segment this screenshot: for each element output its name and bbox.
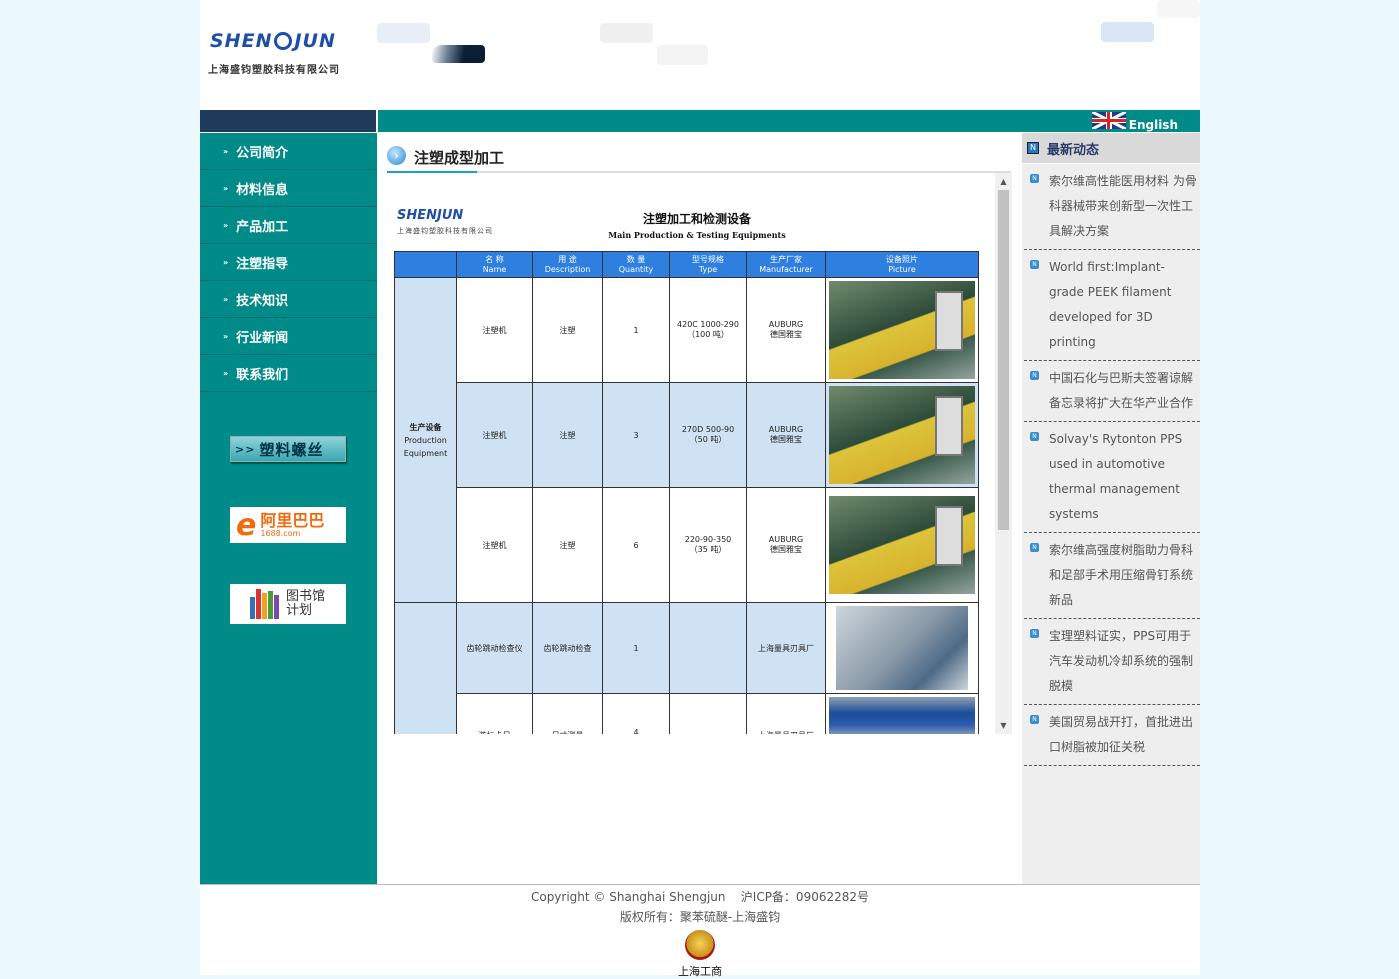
alibaba-logo-icon: e [236, 507, 257, 543]
scroll-down-icon[interactable]: ▼ [995, 717, 1012, 734]
logo-mark-icon [274, 32, 293, 50]
bullet-n-icon: N [1030, 174, 1039, 183]
table-row: 生产设备 Production Equipment 注塑机 注塑 1 420C 10… [394, 277, 979, 603]
caliper-photo [829, 697, 975, 734]
section-header: › 注塑成型加工 [387, 141, 1011, 173]
rights-text: 版权所有：聚苯硫醚-上海盛钧 [619, 910, 781, 924]
double-arrow-icon: >> [235, 442, 256, 456]
sidebar: » 公司简介 » 材料信息 » 产品加工 » 注塑指导 » 技术知识 » 行业新闻 » 联系我… [200, 133, 377, 884]
nav-item-molding-guide[interactable]: » 注塑指导 [200, 244, 377, 281]
news-item[interactable]: N 索尔维高强度树脂助力骨科和足部手术用压缩骨钉系统新品 [1024, 533, 1200, 619]
header: SHEN JUN 上海盛钧塑胶科技有限公司 [200, 0, 1200, 110]
category-cell: 生产设备 Production Equipment [394, 277, 457, 603]
news-item[interactable]: N 美国贸易战开打，首批进出口树脂被加征关税 [1024, 705, 1200, 766]
nav-item-news[interactable]: » 行业新闻 [200, 318, 377, 355]
logo[interactable]: SHEN JUN 上海盛钧塑胶科技有限公司 [208, 30, 370, 76]
news-item[interactable]: N Solvay's Rytonton PPS used in automotiv… [1024, 422, 1200, 533]
gear-tester-photo [836, 606, 968, 690]
copyright-text: Copyright © Shanghai Shengjun [530, 890, 726, 904]
document-title: 注塑加工和检测设备 Main Production & Testing Equi… [608, 212, 786, 240]
news-item[interactable]: N 宝理塑料证实，PPS可用于汽车发动机冷却系统的强制脱模 [1024, 619, 1200, 705]
header-banner-fragment [377, 23, 430, 43]
column-header: 生产厂家 Manufacturer [746, 251, 826, 278]
language-label: English [1128, 118, 1178, 132]
scroll-thumb[interactable] [998, 190, 1009, 530]
top-bar-left [200, 110, 376, 132]
scroll-up-icon[interactable]: ▲ [995, 173, 1012, 190]
header-banner-fragment [1101, 22, 1154, 42]
injection-machine-photo [829, 496, 975, 594]
language-switch[interactable]: English [1091, 110, 1178, 132]
header-banner-fragment [1157, 0, 1200, 18]
chevron-right-icon: › [387, 146, 406, 165]
document-logo: SHENJUN 上海盛钧塑胶科技有限公司 [397, 208, 493, 235]
column-header: 设备照片 Picture [825, 251, 979, 278]
arrow-icon: » [223, 183, 229, 193]
table-row: 注塑机 注塑 3 270D 500-90 （50 吨） AUBURG 德国雅宝 [395, 382, 979, 488]
library-plan-banner[interactable]: 图书馆 计划 [230, 584, 346, 624]
alibaba-banner[interactable]: e 阿里巴巴 1688.com [230, 507, 346, 543]
nav-item-tech[interactable]: » 技术知识 [200, 281, 377, 318]
bullet-n-icon: N [1030, 629, 1039, 638]
logo-wordmark: SHEN JUN [210, 30, 336, 52]
arrow-icon: » [223, 146, 229, 156]
column-header: 用 途 Description [532, 251, 603, 278]
bullet-n-icon: N [1030, 260, 1039, 269]
injection-machine-photo [829, 281, 975, 379]
police-badge-icon[interactable] [685, 930, 715, 960]
injection-machine-photo [829, 386, 975, 484]
table-row: 注塑机 注塑 6 220-90-350 （35 吨） AUBURG 德国雅宝 [395, 487, 979, 603]
arrow-icon: » [223, 257, 229, 267]
table-header-row: 名 称 Name 用 途 Description 数 量 Quantity 型号规格 T… [394, 251, 979, 278]
icp-link[interactable]: 沪ICP备：09062282号 [741, 890, 869, 904]
nav-item-contact[interactable]: » 联系我们 [200, 355, 377, 392]
bullet-n-icon: N [1030, 543, 1039, 552]
nav-item-processing[interactable]: » 产品加工 [200, 207, 377, 244]
news-icon: N [1027, 142, 1039, 154]
equipment-table: 名 称 Name 用 途 Description 数 量 Quantity 型号规格 T… [394, 251, 979, 734]
books-icon [250, 589, 280, 619]
header-banner-fragment [432, 45, 485, 63]
page-title: 注塑成型加工 [414, 149, 505, 167]
column-header: 名 称 Name [456, 251, 533, 278]
news-item[interactable]: N 中国石化与巴斯夫签署谅解备忘录将扩大在华产业合作 [1024, 361, 1200, 422]
company-name: 上海盛钧塑胶科技有限公司 [208, 65, 340, 76]
document-viewer[interactable]: SHENJUN 上海盛钧塑胶科技有限公司 注塑加工和检测设备 Main Prod… [387, 173, 1012, 734]
column-header: 数 量 Quantity [602, 251, 670, 278]
uk-flag-icon [1091, 112, 1126, 129]
news-item[interactable]: N 索尔维高性能医用材料 为骨科器械带来创新型一次性工具解决方案 [1024, 164, 1200, 250]
page: SHEN JUN 上海盛钧塑胶科技有限公司 English » 公司简介 » 材料信息… [200, 0, 1200, 978]
news-header: N 最新动态 [1022, 133, 1200, 164]
news-item[interactable]: N World first:Implant-grade PEEK filament… [1024, 250, 1200, 361]
bullet-n-icon: N [1030, 432, 1039, 441]
nav-item-materials[interactable]: » 材料信息 [200, 170, 377, 207]
header-banner-fragment [600, 23, 653, 43]
table-row: 游标卡尺 尺寸测量 4 上海量具刃具厂 [395, 693, 979, 734]
plastic-screw-banner[interactable]: >> 塑料螺丝 [230, 436, 346, 462]
column-header: 型号规格 Type [669, 251, 747, 278]
arrow-icon: » [223, 331, 229, 341]
nav-item-about[interactable]: » 公司简介 [200, 133, 377, 170]
arrow-icon: » [223, 294, 229, 304]
badge-label[interactable]: 上海工商 [660, 963, 740, 979]
main-content: › 注塑成型加工 SHENJUN 上海盛钧塑胶科技有限公司 注塑加工和检测设备 … [377, 133, 1022, 884]
arrow-icon: » [223, 220, 229, 230]
viewer-scrollbar[interactable]: ▲ ▼ [995, 173, 1012, 734]
footer: Copyright © Shanghai Shengjun 沪ICP备：0906… [200, 884, 1200, 978]
arrow-icon: » [223, 368, 229, 378]
table-row: 齿轮跳动检查仪 齿轮跳动检查 1 上海量具刃具厂 [394, 602, 979, 734]
top-bar: English [378, 110, 1200, 132]
header-banner-fragment [657, 45, 708, 65]
category-cell [394, 602, 457, 734]
bullet-n-icon: N [1030, 715, 1039, 724]
news-panel: N 最新动态 N 索尔维高性能医用材料 为骨科器械带来创新型一次性工具解决方案 N… [1022, 133, 1200, 884]
bullet-n-icon: N [1030, 371, 1039, 380]
